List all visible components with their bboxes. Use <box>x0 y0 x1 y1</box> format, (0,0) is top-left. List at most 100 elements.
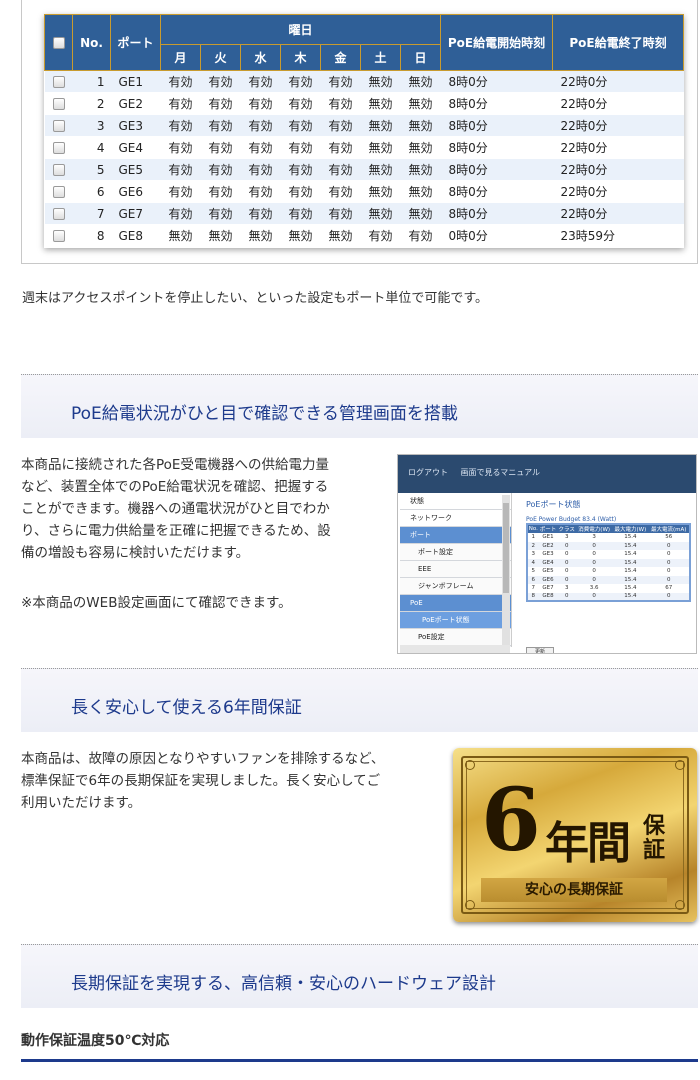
admin-table-cell: 0 <box>557 592 577 601</box>
admin-table-cell: GE5 <box>542 568 554 575</box>
row-checkbox[interactable] <box>52 208 65 220</box>
section1-line: ことができます。機器への通電状況がひと目でわか <box>21 501 330 517</box>
table-row[interactable]: 2 GE2 有効 有効 有効 有効 有効 無効 無効 8時0分 22時0分 <box>44 92 684 115</box>
table-row[interactable]: 5 GE5 有効 有効 有効 有効 有効 無効 無効 8時0分 22時0分 <box>44 158 684 181</box>
row-end-time: 22時0分 <box>552 202 684 225</box>
table-row[interactable]: 3 GE3 有効 有効 有効 有効 有効 無効 無効 8時0分 22時0分 <box>44 114 684 137</box>
admin-table-cell: 15.4 <box>624 534 637 541</box>
row-checkbox[interactable] <box>52 98 65 110</box>
logout-link: ログアウト <box>408 468 448 477</box>
row-checkbox[interactable] <box>52 186 65 198</box>
header-day: 木 <box>280 44 321 71</box>
table-row[interactable]: 4 GE4 有効 有効 有効 有効 有効 無効 無効 8時0分 22時0分 <box>44 136 684 159</box>
row-start-time: 8時0分 <box>440 202 553 225</box>
row-day-status: 無効 <box>360 180 401 203</box>
row-day-status: 有効 <box>280 136 321 159</box>
admin-table-cell: 0 <box>576 558 613 567</box>
badge-digit: 6 <box>481 770 541 871</box>
row-day-status: 有効 <box>160 70 201 93</box>
admin-table-header: クラス <box>557 524 577 533</box>
header-day: 金 <box>320 44 361 71</box>
table-row[interactable]: 6 GE6 有効 有効 有効 有効 有効 無効 無効 8時0分 22時0分 <box>44 180 684 203</box>
subheading-underline <box>21 1059 698 1062</box>
admin-menu-item: ポート <box>400 527 511 544</box>
row-start-time: 8時0分 <box>440 92 553 115</box>
row-port: GE5 <box>110 158 161 181</box>
admin-table-cell: 0 <box>592 568 596 575</box>
row-day-status: 有効 <box>240 180 281 203</box>
row-day-status: 無効 <box>240 224 281 247</box>
row-day-status: 無効 <box>280 224 321 247</box>
admin-table-header: 最大電流(mA) <box>648 524 690 533</box>
admin-table-cell: 0 <box>564 551 569 558</box>
admin-menu-item: ジャンボフレーム <box>400 578 511 595</box>
admin-table-header: No. <box>527 524 539 533</box>
admin-table-row: 1 GE1 3 3 15.4 56 <box>527 533 690 542</box>
section2-line: 標準保証で6年の長期保証を実現しました。長く安心してご <box>21 773 381 789</box>
row-day-status: 有効 <box>320 92 361 115</box>
row-checkbox[interactable] <box>52 164 65 176</box>
admin-table-cell: 15.4 <box>624 568 637 575</box>
section2-line: 本商品は、故障の原因となりやすいファンを排除するなど、 <box>21 751 385 767</box>
admin-table-cell: 0 <box>564 568 569 575</box>
row-day-status: 無効 <box>320 224 361 247</box>
admin-refresh-button: 更新 <box>526 647 554 653</box>
select-all-checkbox[interactable] <box>52 37 65 49</box>
row-port: GE1 <box>110 70 161 93</box>
header-day: 月 <box>160 44 201 71</box>
section1-body: 本商品に接続された各PoE受電機器への供給電力量 など、装置全体でのPoE給電状… <box>21 454 331 564</box>
row-day-status: 無効 <box>360 136 401 159</box>
temperature-subheading: 動作保証温度50℃対応 <box>21 1033 170 1049</box>
row-day-status: 有効 <box>200 158 241 181</box>
row-no: 5 <box>72 158 111 181</box>
row-no: 7 <box>72 202 111 225</box>
row-day-status: 無効 <box>400 202 441 225</box>
header-port: ポート <box>110 14 161 71</box>
row-end-time: 22時0分 <box>552 180 684 203</box>
admin-table-cell: 0 <box>648 558 690 567</box>
admin-table-cell: 15.4 <box>624 585 637 592</box>
admin-table-cell: 0 <box>576 592 613 601</box>
row-checkbox[interactable] <box>52 142 65 154</box>
section1-line: 本商品に接続された各PoE受電機器への供給電力量 <box>21 457 329 473</box>
row-checkbox-cell <box>44 202 73 225</box>
row-day-status: 有効 <box>200 92 241 115</box>
row-end-time: 22時0分 <box>552 70 684 93</box>
admin-table-row: 8 GE8 0 0 15.4 0 <box>527 592 690 601</box>
admin-table-cell: 3.6 <box>589 585 599 592</box>
row-start-time: 8時0分 <box>440 136 553 159</box>
row-day-status: 有効 <box>200 202 241 225</box>
admin-table-cell: GE1 <box>542 534 554 541</box>
admin-table-row: 2 GE2 0 0 15.4 0 <box>527 541 690 550</box>
schedule-table: No. ポート 曜日 PoE給電開始時刻 PoE給電終了時刻 月火水木金土日 1… <box>44 14 684 247</box>
admin-table-cell: 56 <box>665 534 673 541</box>
admin-menu-item: ネットワーク <box>400 510 511 527</box>
row-end-time: 22時0分 <box>552 136 684 159</box>
warranty-badge-image: 6 年間 保証 安心の長期保証 <box>453 748 697 922</box>
row-day-status: 無効 <box>400 92 441 115</box>
admin-table-header: 最大電力(W) <box>612 524 649 533</box>
row-checkbox[interactable] <box>52 76 65 88</box>
table-row[interactable]: 8 GE8 無効 無効 無効 無効 無効 有効 有効 0時0分 23時59分 <box>44 224 684 247</box>
row-no: 2 <box>72 92 111 115</box>
admin-sidebar-scrollbar <box>502 495 510 645</box>
row-day-status: 有効 <box>160 136 201 159</box>
row-no: 4 <box>72 136 111 159</box>
admin-table-cell: 2 <box>527 541 539 550</box>
table-row[interactable]: 7 GE7 有効 有効 有効 有効 有効 無効 無効 8時0分 22時0分 <box>44 202 684 225</box>
admin-table-cell: 0 <box>666 551 671 558</box>
admin-table-cell: GE8 <box>538 592 558 601</box>
row-day-status: 有効 <box>200 70 241 93</box>
row-day-status: 無効 <box>400 114 441 137</box>
admin-menu-item: 状態 <box>400 493 511 510</box>
row-checkbox[interactable] <box>52 120 65 132</box>
section1-line: り、さらに電力供給量を正確に把握できるため、設 <box>21 523 331 539</box>
row-day-status: 有効 <box>240 114 281 137</box>
table-row[interactable]: 1 GE1 有効 有効 有効 有効 有効 無効 無効 8時0分 22時0分 <box>44 70 684 93</box>
row-checkbox[interactable] <box>52 230 65 242</box>
row-day-status: 無効 <box>360 202 401 225</box>
row-checkbox-cell <box>44 114 73 137</box>
row-day-status: 無効 <box>400 136 441 159</box>
row-day-status: 有効 <box>280 202 321 225</box>
row-port: GE2 <box>110 92 161 115</box>
